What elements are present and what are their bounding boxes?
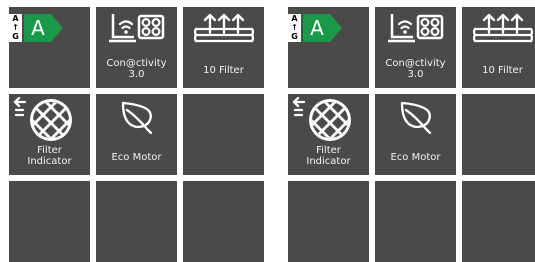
tile-empty: [9, 181, 90, 262]
connectivity-label-line1: Con@ctivity: [385, 58, 446, 69]
energy-scale-arrow: ↑: [291, 23, 298, 32]
filter-indicator-icon: [292, 97, 356, 143]
energy-grade: A: [310, 16, 324, 40]
energy-label-icon: A ↑ G A: [288, 13, 342, 43]
connectivity-label-line2: 3.0: [407, 69, 424, 80]
tile-empty: [183, 94, 264, 175]
eco-motor-label: Eco Motor: [390, 152, 441, 163]
tile-filter-indicator[interactable]: Filter Indicator: [288, 94, 369, 175]
tile-10-filter[interactable]: 10 Filter: [462, 7, 535, 88]
filter-indicator-label-line1: Filter: [316, 145, 341, 156]
energy-scale: A ↑ G: [9, 14, 22, 42]
tile-filter-indicator[interactable]: Filter Indicator: [9, 94, 90, 175]
tile-connectivity[interactable]: Con@ctivity 3.0: [375, 7, 456, 88]
ten-filter-icon: [473, 10, 533, 46]
filter-indicator-label: Filter Indicator: [9, 145, 90, 167]
energy-scale-top: A: [291, 14, 298, 23]
tile-empty: [462, 181, 535, 262]
tile-eco-motor[interactable]: Eco Motor: [96, 94, 177, 175]
filter-indicator-label: Filter Indicator: [288, 145, 369, 167]
filter-indicator-label-line1: Filter: [37, 145, 62, 156]
energy-label-icon: A ↑ G A: [9, 13, 63, 43]
connectivity-label-line2: 3.0: [128, 69, 145, 80]
energy-scale-bottom: G: [12, 32, 19, 41]
leaf-icon: [399, 100, 433, 134]
filter-indicator-icon: [13, 97, 77, 143]
tile-10-filter[interactable]: 10 Filter: [183, 7, 264, 88]
connectivity-icon: [107, 11, 165, 45]
feature-grid: A ↑ G A Con@ctivity 3.0 10 Filter Filter…: [288, 7, 535, 262]
ten-filter-label: 10 Filter: [482, 65, 523, 76]
connectivity-label: Con@ctivity 3.0: [96, 58, 177, 80]
filter-indicator-label-line2: Indicator: [27, 156, 72, 167]
energy-scale-top: A: [12, 14, 19, 23]
eco-motor-label: Eco Motor: [111, 152, 162, 163]
tile-energy-label[interactable]: A ↑ G A: [9, 7, 90, 88]
feature-panel-left: A ↑ G A Con@ctivity 3.0 10 Filter Filter…: [9, 7, 264, 262]
filter-indicator-label-line2: Indicator: [306, 156, 351, 167]
connectivity-icon: [386, 11, 444, 45]
tile-empty: [288, 181, 369, 262]
feature-grid: A ↑ G A Con@ctivity 3.0 10 Filter Filter…: [9, 7, 264, 262]
connectivity-label-line1: Con@ctivity: [106, 58, 167, 69]
ten-filter-label: 10 Filter: [203, 65, 244, 76]
tile-energy-label[interactable]: A ↑ G A: [288, 7, 369, 88]
energy-scale: A ↑ G: [288, 14, 301, 42]
connectivity-label: Con@ctivity 3.0: [375, 58, 456, 80]
feature-panel-right: A ↑ G A Con@ctivity 3.0 10 Filter Filter…: [288, 7, 535, 262]
tile-empty: [96, 181, 177, 262]
leaf-icon: [120, 100, 154, 134]
tile-eco-motor[interactable]: Eco Motor: [375, 94, 456, 175]
energy-scale-bottom: G: [291, 32, 298, 41]
energy-scale-arrow: ↑: [12, 23, 19, 32]
ten-filter-icon: [194, 10, 254, 46]
tile-empty: [462, 94, 535, 175]
energy-grade: A: [31, 16, 45, 40]
tile-connectivity[interactable]: Con@ctivity 3.0: [96, 7, 177, 88]
tile-empty: [183, 181, 264, 262]
tile-empty: [375, 181, 456, 262]
